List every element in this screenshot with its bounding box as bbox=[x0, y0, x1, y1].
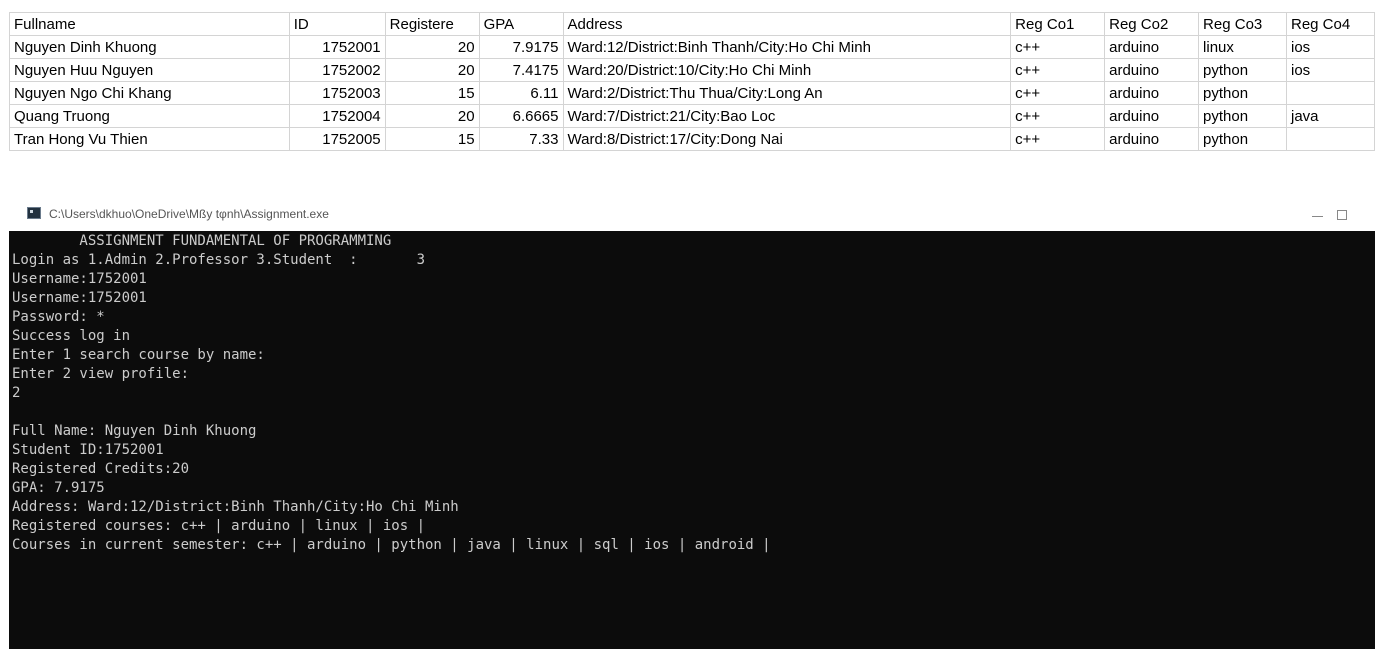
table-cell[interactable]: python bbox=[1198, 58, 1287, 82]
column-header[interactable]: Reg Co4 bbox=[1285, 12, 1375, 36]
table-row: Quang Truong 1752004 20 6.6665 Ward:7/Distri… bbox=[9, 104, 1375, 128]
table-cell[interactable]: arduino bbox=[1104, 127, 1200, 151]
table-cell[interactable]: 7.33 bbox=[478, 127, 564, 151]
table-cell[interactable]: 1752004 bbox=[288, 104, 386, 128]
table-cell[interactable]: arduino bbox=[1104, 58, 1200, 82]
table-cell[interactable]: arduino bbox=[1104, 81, 1200, 105]
column-header[interactable]: Reg Co1 bbox=[1010, 12, 1106, 36]
column-header[interactable]: Reg Co3 bbox=[1198, 12, 1287, 36]
column-header[interactable]: GPA bbox=[478, 12, 564, 36]
table-cell[interactable]: 6.6665 bbox=[478, 104, 564, 128]
console-line: Student ID:1752001 bbox=[12, 442, 164, 458]
table-cell[interactable]: c++ bbox=[1010, 35, 1106, 59]
column-header[interactable]: Address bbox=[562, 12, 1012, 36]
table-cell[interactable]: arduino bbox=[1104, 35, 1200, 59]
table-cell[interactable]: ios bbox=[1285, 58, 1375, 82]
table-cell[interactable]: 1752005 bbox=[288, 127, 386, 151]
window-title: C:\Users\dkhuo\OneDrive\Mßy tφnh\Assignm… bbox=[49, 207, 329, 221]
table-cell[interactable]: python bbox=[1198, 81, 1287, 105]
console-line: Registered courses: c++ | arduino | linu… bbox=[12, 518, 426, 534]
table-cell[interactable]: 6.11 bbox=[478, 81, 564, 105]
table-cell[interactable]: 1752002 bbox=[288, 58, 386, 82]
console-line: Full Name: Nguyen Dinh Khuong bbox=[12, 423, 257, 439]
table-cell[interactable]: 20 bbox=[384, 35, 480, 59]
console-line: Success log in bbox=[12, 328, 131, 344]
console-line: ASSIGNMENT FUNDAMENTAL OF PROGRAMMING bbox=[12, 233, 392, 249]
console-line: Login as 1.Admin 2.Professor 3.Student :… bbox=[12, 252, 426, 268]
table-cell[interactable]: 20 bbox=[384, 104, 480, 128]
table-cell[interactable]: Quang Truong bbox=[9, 104, 290, 128]
table-cell[interactable]: Nguyen Ngo Chi Khang bbox=[9, 81, 290, 105]
table-cell[interactable]: 15 bbox=[384, 127, 480, 151]
console-line: Username:1752001 bbox=[12, 271, 147, 287]
table-row: Nguyen Dinh Khuong 1752001 20 7.9175 Ward:12… bbox=[9, 35, 1375, 59]
table-cell[interactable]: 7.4175 bbox=[478, 58, 564, 82]
table-cell[interactable]: Ward:12/District:Binh Thanh/City:Ho Chi … bbox=[562, 35, 1012, 59]
table-cell[interactable]: Ward:2/District:Thu Thua/City:Long An bbox=[562, 81, 1012, 105]
table-cell[interactable]: 15 bbox=[384, 81, 480, 105]
maximize-button[interactable] bbox=[1319, 199, 1365, 231]
table-cell[interactable]: c++ bbox=[1010, 81, 1106, 105]
maximize-icon bbox=[1337, 210, 1347, 220]
table-cell[interactable]: python bbox=[1198, 104, 1287, 128]
table-cell[interactable]: Ward:7/District:21/City:Bao Loc bbox=[562, 104, 1012, 128]
table-cell[interactable]: 20 bbox=[384, 58, 480, 82]
console-app-icon bbox=[27, 207, 41, 219]
table-cell[interactable]: java bbox=[1285, 104, 1375, 128]
table-cell[interactable]: Nguyen Huu Nguyen bbox=[9, 58, 290, 82]
table-cell[interactable]: ios bbox=[1285, 35, 1375, 59]
table-cell[interactable]: c++ bbox=[1010, 127, 1106, 151]
column-header[interactable]: ID bbox=[288, 12, 386, 36]
table-cell[interactable]: Ward:8/District:17/City:Dong Nai bbox=[562, 127, 1012, 151]
console-line: Courses in current semester: c++ | ardui… bbox=[12, 537, 771, 553]
console-line: Enter 1 search course by name: bbox=[12, 347, 265, 363]
table-row: Nguyen Ngo Chi Khang 1752003 15 6.11 Ward:2/… bbox=[9, 81, 1375, 105]
console-line: Password: * bbox=[12, 309, 105, 325]
console-output[interactable]: ASSIGNMENT FUNDAMENTAL OF PROGRAMMING Log… bbox=[9, 231, 1375, 649]
cropped-caption-fragment bbox=[0, 0, 1375, 12]
table-cell[interactable]: python bbox=[1198, 127, 1287, 151]
column-header[interactable]: Reg Co2 bbox=[1104, 12, 1200, 36]
console-line: Registered Credits:20 bbox=[12, 461, 190, 477]
table-cell[interactable] bbox=[1285, 127, 1375, 151]
table-cell[interactable]: arduino bbox=[1104, 104, 1200, 128]
console-line: Enter 2 view profile: bbox=[12, 366, 190, 382]
table-cell[interactable]: 1752003 bbox=[288, 81, 386, 105]
console-title-bar[interactable]: C:\Users\dkhuo\OneDrive\Mßy tφnh\Assignm… bbox=[9, 199, 1375, 231]
column-header[interactable]: Registere bbox=[384, 12, 480, 36]
student-spreadsheet: Fullname ID Registere GPA Address Reg Co1 Reg … bbox=[9, 12, 1375, 151]
table-row: Nguyen Huu Nguyen 1752002 20 7.4175 Ward:20/… bbox=[9, 58, 1375, 82]
console-line: Username:1752001 bbox=[12, 290, 147, 306]
table-cell[interactable]: 1752001 bbox=[288, 35, 386, 59]
console-line: GPA: 7.9175 bbox=[12, 480, 105, 496]
table-header-row: Fullname ID Registere GPA Address Reg Co1 Reg … bbox=[9, 12, 1375, 36]
table-cell[interactable]: linux bbox=[1198, 35, 1287, 59]
table-row: Tran Hong Vu Thien 1752005 15 7.33 Ward:8/Di… bbox=[9, 127, 1375, 151]
table-cell[interactable]: Ward:20/District:10/City:Ho Chi Minh bbox=[562, 58, 1012, 82]
console-line: 2 bbox=[12, 385, 21, 401]
console-line: Address: Ward:12/District:Binh Thanh/Cit… bbox=[12, 499, 459, 515]
table-cell[interactable]: c++ bbox=[1010, 58, 1106, 82]
table-cell[interactable]: Tran Hong Vu Thien bbox=[9, 127, 290, 151]
table-cell[interactable]: 7.9175 bbox=[478, 35, 564, 59]
table-cell[interactable] bbox=[1285, 81, 1375, 105]
table-cell[interactable]: Nguyen Dinh Khuong bbox=[9, 35, 290, 59]
column-header[interactable]: Fullname bbox=[9, 12, 290, 36]
table-cell[interactable]: c++ bbox=[1010, 104, 1106, 128]
